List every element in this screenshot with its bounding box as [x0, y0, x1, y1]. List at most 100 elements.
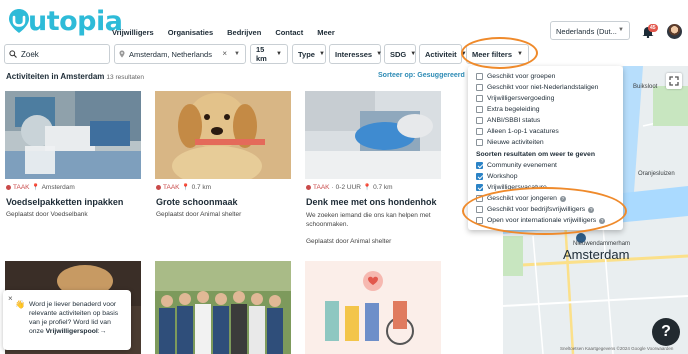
task-icon: [306, 184, 311, 190]
avatar[interactable]: [667, 24, 682, 39]
checkbox[interactable]: [476, 95, 483, 102]
card-meta: TAAK 📍 0.7 km: [156, 183, 211, 191]
nav-vrijwilligers[interactable]: Vrijwilligers: [112, 28, 154, 37]
logo-pin-icon: [9, 9, 29, 33]
checkbox-checked[interactable]: [476, 184, 483, 191]
results-count: 13 resultaten: [106, 74, 144, 81]
filter-option-label: Geschikt voor niet-Nederlandstaligen: [487, 84, 599, 91]
checkbox[interactable]: [476, 139, 483, 146]
filter-option-label: Vrijwilligersvergoeding: [487, 95, 555, 102]
checkbox[interactable]: [476, 117, 483, 124]
fullscreen-button[interactable]: [666, 73, 682, 89]
checkbox[interactable]: [476, 84, 483, 91]
nav-contact[interactable]: Contact: [275, 28, 303, 37]
result-types-heading: Soorten resultaten om weer te geven: [476, 151, 595, 158]
interests-label: Interesses: [335, 49, 373, 59]
card-meta: TAAK 📍 Amsterdam: [6, 183, 75, 191]
filter-option-label: Extra begeleiding: [487, 106, 540, 113]
close-icon[interactable]: ×: [8, 294, 13, 303]
filter-option-label: Geschikt voor groepen: [487, 73, 556, 80]
language-select[interactable]: Nederlands (Dut... ▼: [550, 21, 630, 40]
checkbox-checked[interactable]: [476, 162, 483, 169]
card-location: Amsterdam: [41, 183, 75, 191]
filter-option-label: Alleen 1-op-1 vacatures: [487, 128, 559, 135]
card-type: TAAK: [313, 183, 330, 191]
type-filter[interactable]: Type ▼: [292, 44, 326, 64]
distance-select[interactable]: 15 km ▼: [250, 44, 288, 64]
result-type-option[interactable]: Community evenement: [476, 162, 557, 169]
card-image-row2-2[interactable]: [155, 261, 291, 354]
highlight-ring-more-filters: [461, 37, 538, 69]
activity-filter[interactable]: Activiteit ▼: [419, 44, 467, 64]
nav-organisaties[interactable]: Organisaties: [168, 28, 213, 37]
card-title[interactable]: Denk mee met ons hondenhok: [306, 197, 437, 207]
card-title[interactable]: Voedselpakketten inpakken: [6, 197, 123, 207]
search-placeholder: Zoek: [21, 49, 39, 59]
location-pin-icon: [119, 50, 125, 58]
results-heading: Activiteiten in Amsterdam: [6, 72, 105, 81]
chevron-down-icon: ▼: [618, 27, 624, 33]
chevron-down-icon: ▼: [276, 51, 282, 57]
task-icon: [156, 184, 161, 190]
type-label: Type: [298, 49, 315, 59]
location-pin-icon: 📍: [181, 184, 190, 191]
filter-option[interactable]: Geschikt voor groepen: [476, 73, 555, 80]
volunteer-pool-link[interactable]: Vrijwilligerspool: [46, 328, 98, 335]
checkbox-checked[interactable]: [476, 173, 483, 180]
main-nav: Vrijwilligers Organisaties Bedrijven Con…: [112, 28, 335, 37]
card-image-cleaning[interactable]: [305, 91, 441, 179]
logo[interactable]: utopia: [8, 5, 123, 37]
popup-arrow: :→: [97, 328, 107, 335]
checkbox[interactable]: [476, 128, 483, 135]
card-location: 0.7 km: [373, 183, 393, 191]
chevron-down-icon: ▼: [376, 51, 383, 57]
result-type-option[interactable]: Workshop: [476, 173, 517, 180]
interests-filter[interactable]: Interesses ▼: [329, 44, 383, 64]
clear-icon[interactable]: ×: [222, 49, 227, 58]
filter-option[interactable]: ANBI/SBBI status: [476, 117, 540, 124]
filter-option[interactable]: Alleen 1-op-1 vacatures: [476, 128, 559, 135]
highlight-ring-options: [462, 187, 627, 235]
sort-button[interactable]: Sorteer op: Gesuggereerd: [378, 72, 470, 79]
task-icon: [6, 184, 11, 190]
card-image-food[interactable]: [5, 91, 141, 179]
activity-label: Activiteit: [425, 49, 457, 59]
brand-name: utopia: [28, 5, 123, 37]
chevron-down-icon[interactable]: ▼: [234, 51, 240, 57]
search-input[interactable]: Zoek: [4, 44, 110, 64]
filter-option-label: ANBI/SBBI status: [487, 117, 541, 124]
distance-value: 15 km: [256, 45, 267, 63]
header: utopia Vrijwilligers Organisaties Bedrij…: [0, 0, 688, 44]
card-image-dog[interactable]: [155, 91, 291, 179]
nav-bedrijven[interactable]: Bedrijven: [227, 28, 261, 37]
checkbox[interactable]: [476, 106, 483, 113]
nav-meer[interactable]: Meer: [317, 28, 335, 37]
card-author: Geplaatst door Animal shelter: [306, 238, 392, 245]
help-button[interactable]: ?: [652, 318, 680, 346]
card-type: TAAK: [13, 183, 30, 191]
location-pin-icon: 📍: [31, 184, 40, 191]
card-duration: 0-2 UUR: [335, 183, 361, 191]
filter-option[interactable]: Nieuwe activiteiten: [476, 139, 544, 146]
sdg-filter[interactable]: SDG ▼: [384, 44, 416, 64]
filter-option[interactable]: Vrijwilligersvergoeding: [476, 95, 554, 102]
card-meta: TAAK · 0-2 UUR 📍 0.7 km: [306, 183, 393, 191]
sdg-label: SDG: [390, 49, 407, 59]
cleaning-photo: [305, 91, 441, 179]
card-title[interactable]: Grote schoonmaak: [156, 197, 238, 207]
card-author: Geplaatst door Voedselbank: [6, 211, 88, 218]
volunteer-pool-popup: × 👋 Word je liever benaderd voor relevan…: [3, 290, 131, 350]
map-label-buiksloot: Buiksloot: [633, 84, 658, 90]
result-type-label: Community evenement: [487, 162, 557, 169]
chevron-down-icon: ▼: [318, 51, 325, 57]
card-type: TAAK: [163, 183, 180, 191]
results-title: Activiteiten in Amsterdam 13 resultaten: [6, 72, 144, 81]
notification-badge: 45: [648, 24, 658, 32]
card-image-row2-3[interactable]: [305, 261, 441, 354]
location-input[interactable]: Amsterdam, Netherlands × ▼: [114, 44, 246, 64]
filter-option[interactable]: Geschikt voor niet-Nederlandstaligen: [476, 84, 598, 91]
filter-option[interactable]: Extra begeleiding: [476, 106, 540, 113]
checkbox[interactable]: [476, 73, 483, 80]
search-icon: [9, 50, 17, 58]
filter-option-label: Nieuwe activiteiten: [487, 139, 544, 146]
